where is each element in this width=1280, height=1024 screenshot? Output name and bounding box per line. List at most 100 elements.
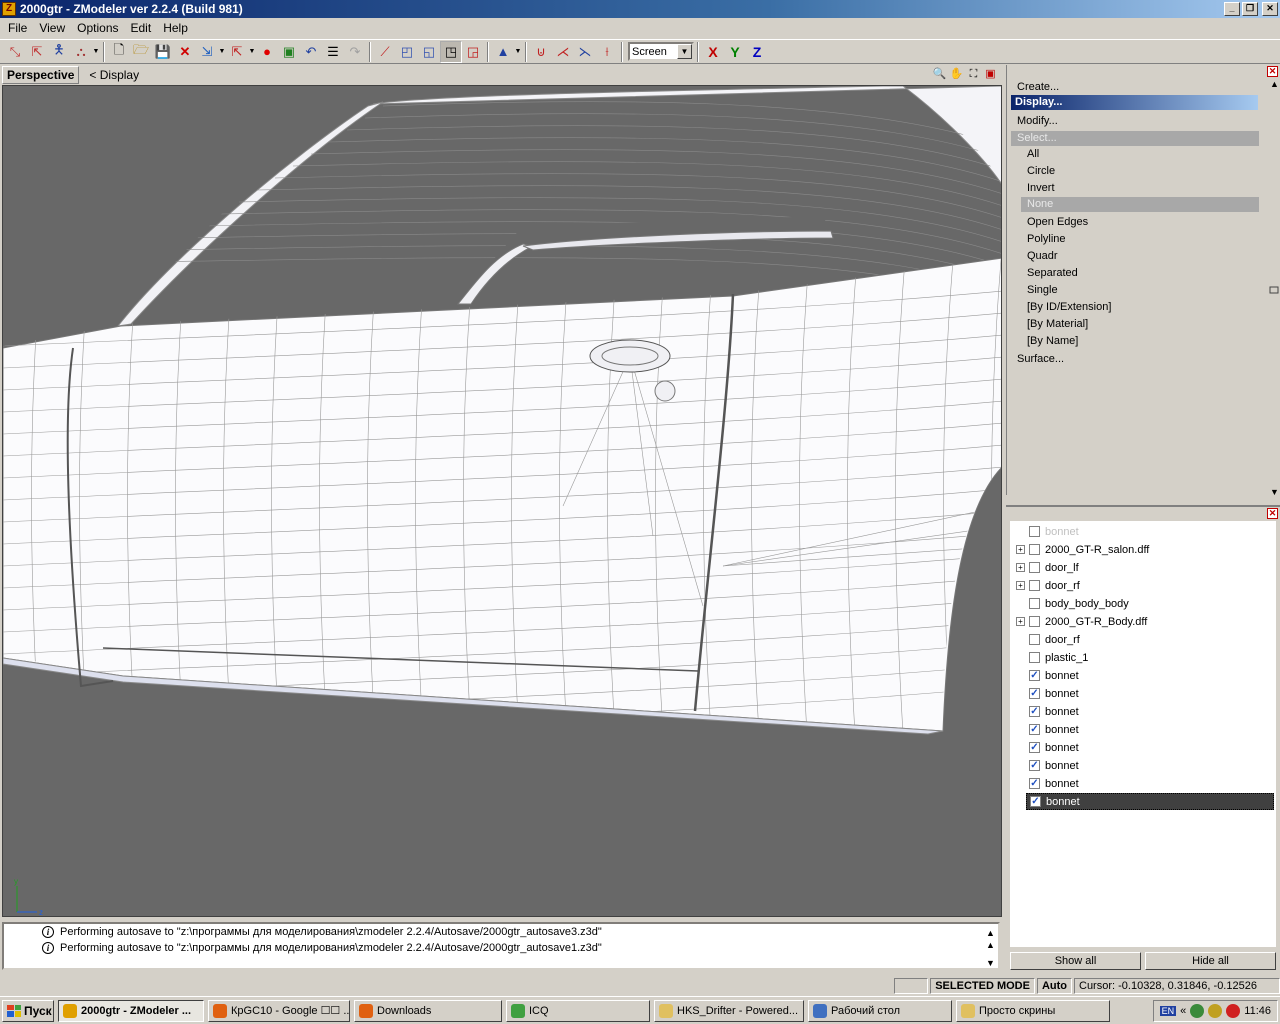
object-row[interactable]: ✓ bonnet: [1010, 667, 1276, 684]
object-row[interactable]: plastic_1: [1010, 649, 1276, 666]
magnet-icon[interactable]: ⊍: [530, 41, 552, 63]
network-icon[interactable]: [1190, 1004, 1205, 1018]
axis-z-toggle[interactable]: Z: [746, 44, 768, 60]
visibility-checkbox[interactable]: ✓: [1029, 670, 1040, 681]
solid-mode-icon[interactable]: ◲: [462, 41, 484, 63]
expand-icon[interactable]: +: [1016, 563, 1025, 572]
taskbar-task[interactable]: Downloads: [354, 999, 502, 1022]
select-tool-icon[interactable]: ⤡: [4, 41, 26, 63]
visibility-checkbox[interactable]: [1029, 616, 1040, 627]
figure-tool-icon[interactable]: 🯅: [48, 41, 70, 63]
record-icon[interactable]: ●: [256, 41, 278, 63]
pan-hand-icon[interactable]: ✋: [949, 67, 964, 82]
zmodeler-app-icon[interactable]: Z: [2, 2, 16, 16]
objects-tree[interactable]: bonnet +2000_GT-R_salon.dff + door_lf + door_…: [1010, 521, 1276, 947]
chevron-down-icon[interactable]: ▼: [218, 48, 226, 55]
redo-icon[interactable]: ↷: [344, 41, 366, 63]
breadcrumb[interactable]: < Display: [89, 68, 139, 82]
delete-icon[interactable]: ✕: [174, 41, 196, 63]
select-item-open-edges[interactable]: Open Edges: [1027, 216, 1088, 228]
close-icon[interactable]: ✕: [1262, 2, 1278, 16]
visibility-checkbox[interactable]: [1029, 526, 1040, 537]
cmd-display[interactable]: Display...: [1011, 95, 1258, 110]
select-item-polyline[interactable]: Polyline: [1027, 233, 1066, 245]
object-row[interactable]: ✓ bonnet: [1010, 757, 1276, 774]
cmd-create[interactable]: Create...: [1017, 81, 1059, 93]
visibility-checkbox[interactable]: ✓: [1029, 778, 1040, 789]
visibility-checkbox[interactable]: [1029, 562, 1040, 573]
open-folder-icon[interactable]: 🗁: [130, 41, 152, 63]
axis-y-toggle[interactable]: Y: [724, 44, 746, 60]
command-panel-scrollbar[interactable]: ▲ ▼: [1268, 77, 1280, 497]
menu-options[interactable]: Options: [71, 21, 124, 35]
cmd-select[interactable]: Select...: [1011, 131, 1259, 146]
viewport-perspective[interactable]: y z: [2, 85, 1002, 917]
object-row[interactable]: +2000_GT-R_salon.dff: [1010, 541, 1276, 558]
visibility-checkbox[interactable]: ✓: [1030, 796, 1041, 807]
scroll-grip-icon[interactable]: [1269, 286, 1279, 294]
object-row[interactable]: + door_lf: [1010, 559, 1276, 576]
object-row[interactable]: + door_rf: [1010, 577, 1276, 594]
axis-lock-icon[interactable]: ⋌: [552, 41, 574, 63]
zoom-icon[interactable]: 🔍: [932, 67, 947, 82]
vertex-mode-icon[interactable]: ⟋: [374, 41, 396, 63]
coord-mode-select[interactable]: Screen ▼: [628, 42, 694, 61]
select-item-single[interactable]: Single: [1027, 284, 1058, 296]
restore-icon[interactable]: ❐: [1242, 2, 1258, 16]
expand-icon[interactable]: +: [1016, 617, 1025, 626]
pivot-icon[interactable]: ▲: [492, 41, 514, 63]
chevron-down-icon[interactable]: ▼: [514, 48, 522, 55]
import-icon[interactable]: ⇲: [196, 41, 218, 63]
menu-help[interactable]: Help: [157, 21, 194, 35]
visibility-checkbox[interactable]: [1029, 634, 1040, 645]
lang-indicator[interactable]: EN: [1159, 1006, 1177, 1016]
select-item-by-name[interactable]: [By Name]: [1027, 335, 1078, 347]
object-row[interactable]: ✓ bonnet: [1010, 775, 1276, 792]
object-mode-icon[interactable]: ◱: [418, 41, 440, 63]
visibility-checkbox[interactable]: [1029, 652, 1040, 663]
select-item-none[interactable]: None: [1021, 197, 1259, 212]
object-row[interactable]: ✓ bonnet: [1010, 703, 1276, 720]
taskbar-task[interactable]: HKS_Drifter - Powered...: [654, 999, 804, 1022]
chevron-down-icon[interactable]: ▼: [92, 48, 100, 55]
scroll-up-icon[interactable]: ▲: [1270, 79, 1279, 89]
select-item-by-material[interactable]: [By Material]: [1027, 318, 1088, 330]
properties-icon[interactable]: ☰: [322, 41, 344, 63]
visibility-checkbox[interactable]: [1029, 598, 1040, 609]
scroll-up-icon[interactable]: ▲: [986, 928, 995, 938]
object-row[interactable]: ✓ bonnet: [1010, 721, 1276, 738]
object-row[interactable]: bonnet: [1010, 523, 1276, 540]
visibility-checkbox[interactable]: [1029, 580, 1040, 591]
snapshot-icon[interactable]: ▣: [278, 41, 300, 63]
taskbar-task[interactable]: Просто скрины: [956, 999, 1110, 1022]
viewport-title[interactable]: Perspective: [2, 66, 80, 84]
visibility-checkbox[interactable]: ✓: [1029, 742, 1040, 753]
wireframe-canvas[interactable]: y z: [3, 86, 1002, 917]
taskbar-task[interactable]: 2000gtr - ZModeler ...: [58, 999, 204, 1022]
object-row[interactable]: door_rf: [1010, 631, 1276, 648]
menu-edit[interactable]: Edit: [125, 21, 158, 35]
log-scrollbar[interactable]: ▲ ▲ ▼: [982, 924, 998, 968]
axis-free-icon[interactable]: ⋋: [574, 41, 596, 63]
select-item-by-id-extension[interactable]: [By ID/Extension]: [1027, 301, 1111, 313]
show-all-button[interactable]: Show all: [1010, 952, 1141, 970]
scroll-up-icon[interactable]: ▲: [986, 940, 995, 950]
visibility-checkbox[interactable]: [1029, 544, 1040, 555]
move-tool-icon[interactable]: ⇱: [26, 41, 48, 63]
taskbar-task[interactable]: Рабочий стол: [808, 999, 952, 1022]
select-item-separated[interactable]: Separated: [1027, 267, 1078, 279]
chevron-down-icon[interactable]: ▼: [248, 48, 256, 55]
status-auto[interactable]: Auto: [1036, 978, 1072, 994]
taskbar-task[interactable]: ICQ: [506, 999, 650, 1022]
select-item-all[interactable]: All: [1027, 148, 1039, 160]
visibility-checkbox[interactable]: ✓: [1029, 760, 1040, 771]
axis-plane-icon[interactable]: ⟊: [596, 41, 618, 63]
select-item-circle[interactable]: Circle: [1027, 165, 1055, 177]
axis-x-toggle[interactable]: X: [702, 44, 724, 60]
save-icon[interactable]: 💾: [152, 41, 174, 63]
object-row[interactable]: +2000_GT-R_Body.dff: [1010, 613, 1276, 630]
maximize-viewport-icon[interactable]: ▣: [983, 67, 998, 82]
group-tool-icon[interactable]: ⛬: [70, 41, 92, 63]
menu-view[interactable]: View: [33, 21, 71, 35]
expand-icon[interactable]: +: [1016, 581, 1025, 590]
